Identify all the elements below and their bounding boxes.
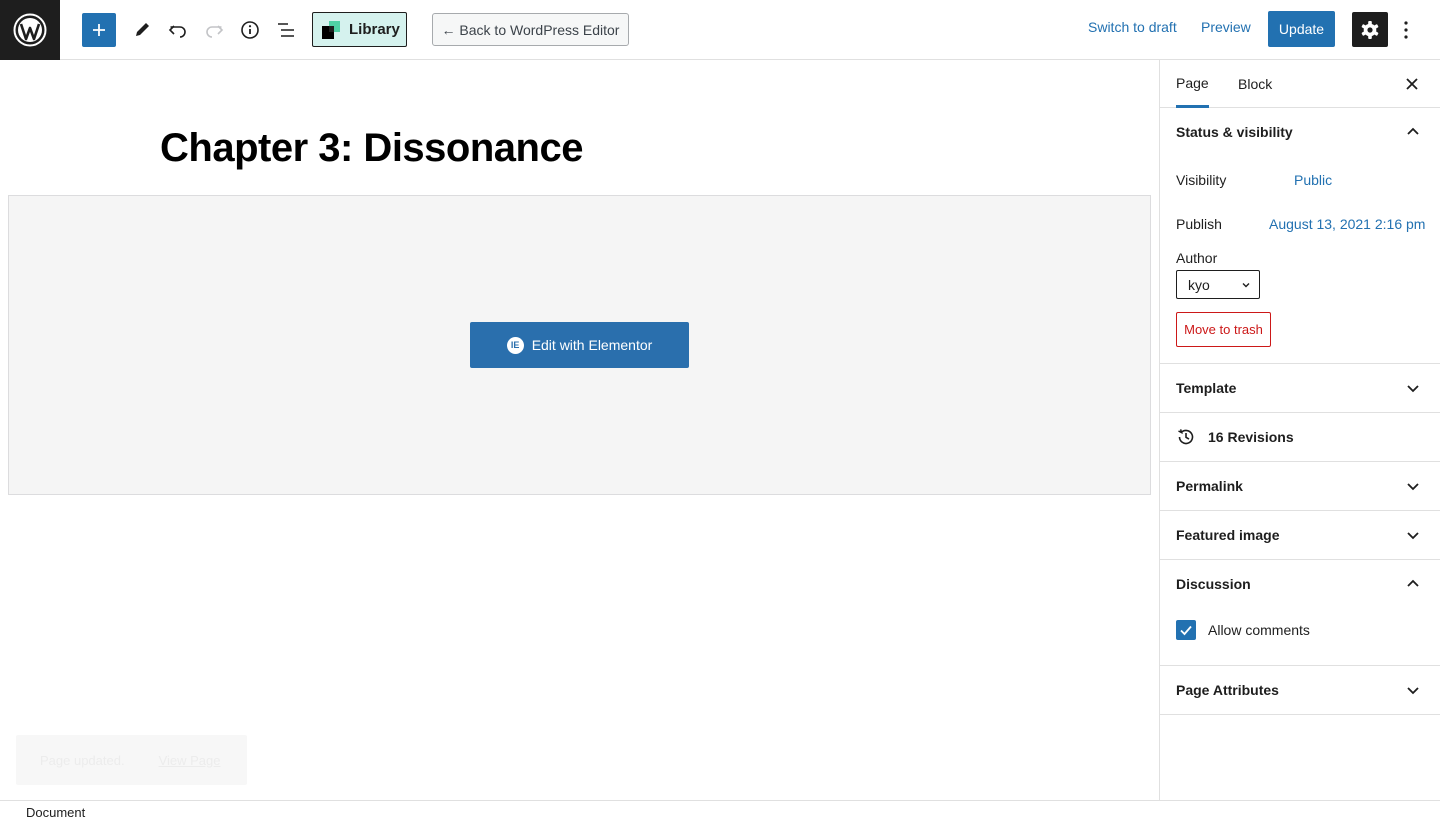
wordpress-logo-icon[interactable] xyxy=(0,0,60,60)
elementor-placeholder: IE Edit with Elementor xyxy=(8,195,1151,495)
switch-to-draft-button[interactable]: Switch to draft xyxy=(1088,19,1177,35)
add-block-button[interactable] xyxy=(82,13,116,47)
undo-button[interactable] xyxy=(160,12,196,48)
panel-title: Permalink xyxy=(1176,478,1243,494)
revisions-link[interactable]: 16 Revisions xyxy=(1160,413,1440,461)
chevron-down-icon xyxy=(1407,385,1419,393)
redo-button[interactable] xyxy=(196,12,232,48)
status-visibility-toggle[interactable]: Status & visibility xyxy=(1160,108,1440,156)
panel-title: Page Attributes xyxy=(1176,682,1279,698)
history-icon xyxy=(1178,429,1194,445)
pencil-icon xyxy=(136,23,149,36)
library-button[interactable]: Library xyxy=(312,12,407,47)
move-to-trash-button[interactable]: Move to trash xyxy=(1176,312,1271,347)
author-select[interactable]: kyo xyxy=(1176,270,1260,299)
chevron-down-icon xyxy=(1242,283,1250,288)
allow-comments-checkbox[interactable] xyxy=(1176,620,1196,640)
panel-title: Template xyxy=(1176,380,1237,396)
list-view-button[interactable] xyxy=(268,12,304,48)
redo-icon xyxy=(206,25,224,38)
update-button[interactable]: Update xyxy=(1268,11,1335,47)
page-title[interactable]: Chapter 3: Dissonance xyxy=(160,126,583,171)
library-logo-icon xyxy=(322,20,340,39)
featured-image-panel: Featured image xyxy=(1160,511,1440,560)
elementor-icon: IE xyxy=(506,336,524,354)
visibility-label: Visibility xyxy=(1176,172,1227,188)
library-label: Library xyxy=(349,21,400,38)
close-icon xyxy=(1406,78,1418,90)
page-attributes-panel: Page Attributes xyxy=(1160,666,1440,715)
chevron-down-icon xyxy=(1407,483,1419,491)
gear-icon xyxy=(1361,20,1379,39)
panel-title: Status & visibility xyxy=(1176,124,1293,140)
preview-button[interactable]: Preview xyxy=(1201,19,1251,35)
snackbar-message: Page updated. xyxy=(40,752,125,768)
editor-toolbar: Library ← Back to WordPress Editor Switc… xyxy=(0,0,1440,60)
back-to-wordpress-editor-button[interactable]: ← Back to WordPress Editor xyxy=(432,13,629,46)
revisions-label: 16 Revisions xyxy=(1208,429,1294,445)
info-icon xyxy=(241,21,259,39)
tab-block[interactable]: Block xyxy=(1238,60,1272,108)
close-sidebar-button[interactable] xyxy=(1402,74,1422,94)
vertical-ellipsis-icon xyxy=(1404,20,1408,39)
view-page-link[interactable]: View Page xyxy=(159,753,221,768)
edit-with-elementor-button[interactable]: IE Edit with Elementor xyxy=(470,322,689,368)
details-button[interactable] xyxy=(232,12,268,48)
allow-comments-label[interactable]: Allow comments xyxy=(1208,622,1310,638)
sidebar-tabs: Page Block xyxy=(1160,60,1440,108)
status-visibility-panel: Status & visibility Visibility Public Pu… xyxy=(1160,108,1440,364)
publish-date-toggle[interactable]: August 13, 2021 2:16 pm xyxy=(1269,216,1425,232)
tab-page[interactable]: Page xyxy=(1176,60,1209,108)
breadcrumb-document[interactable]: Document xyxy=(26,805,85,820)
visibility-toggle[interactable]: Public xyxy=(1294,172,1332,188)
edit-with-elementor-label: Edit with Elementor xyxy=(531,337,653,353)
revisions-panel: 16 Revisions xyxy=(1160,413,1440,462)
snackbar-notice: Page updated. View Page xyxy=(16,735,247,785)
settings-sidebar: Page Block Status & visibility Visibilit… xyxy=(1159,60,1440,800)
page-attributes-toggle[interactable]: Page Attributes xyxy=(1160,666,1440,714)
permalink-toggle[interactable]: Permalink xyxy=(1160,462,1440,510)
chevron-down-icon xyxy=(1407,532,1419,540)
template-panel: Template xyxy=(1160,364,1440,413)
chevron-up-icon xyxy=(1407,127,1419,135)
more-options-button[interactable] xyxy=(1396,12,1416,47)
author-label: Author xyxy=(1176,250,1218,266)
undo-icon xyxy=(168,25,186,38)
plus-icon xyxy=(93,24,105,36)
template-toggle[interactable]: Template xyxy=(1160,364,1440,412)
checkmark-icon xyxy=(1180,625,1192,636)
panel-title: Discussion xyxy=(1176,576,1251,592)
settings-button[interactable] xyxy=(1352,12,1388,47)
permalink-panel: Permalink xyxy=(1160,462,1440,511)
editor-canvas: Chapter 3: Dissonance IE Edit with Eleme… xyxy=(0,60,1159,800)
block-breadcrumb: Document xyxy=(0,800,1440,824)
chevron-down-icon xyxy=(1407,687,1419,695)
author-value: kyo xyxy=(1188,276,1210,293)
discussion-toggle[interactable]: Discussion xyxy=(1160,560,1440,608)
discussion-panel: Discussion Allow comments xyxy=(1160,560,1440,666)
panel-title: Featured image xyxy=(1176,527,1280,543)
list-view-icon xyxy=(278,23,294,37)
tools-button[interactable] xyxy=(124,12,160,48)
publish-label: Publish xyxy=(1176,216,1222,232)
chevron-up-icon xyxy=(1407,579,1419,587)
featured-image-toggle[interactable]: Featured image xyxy=(1160,511,1440,559)
